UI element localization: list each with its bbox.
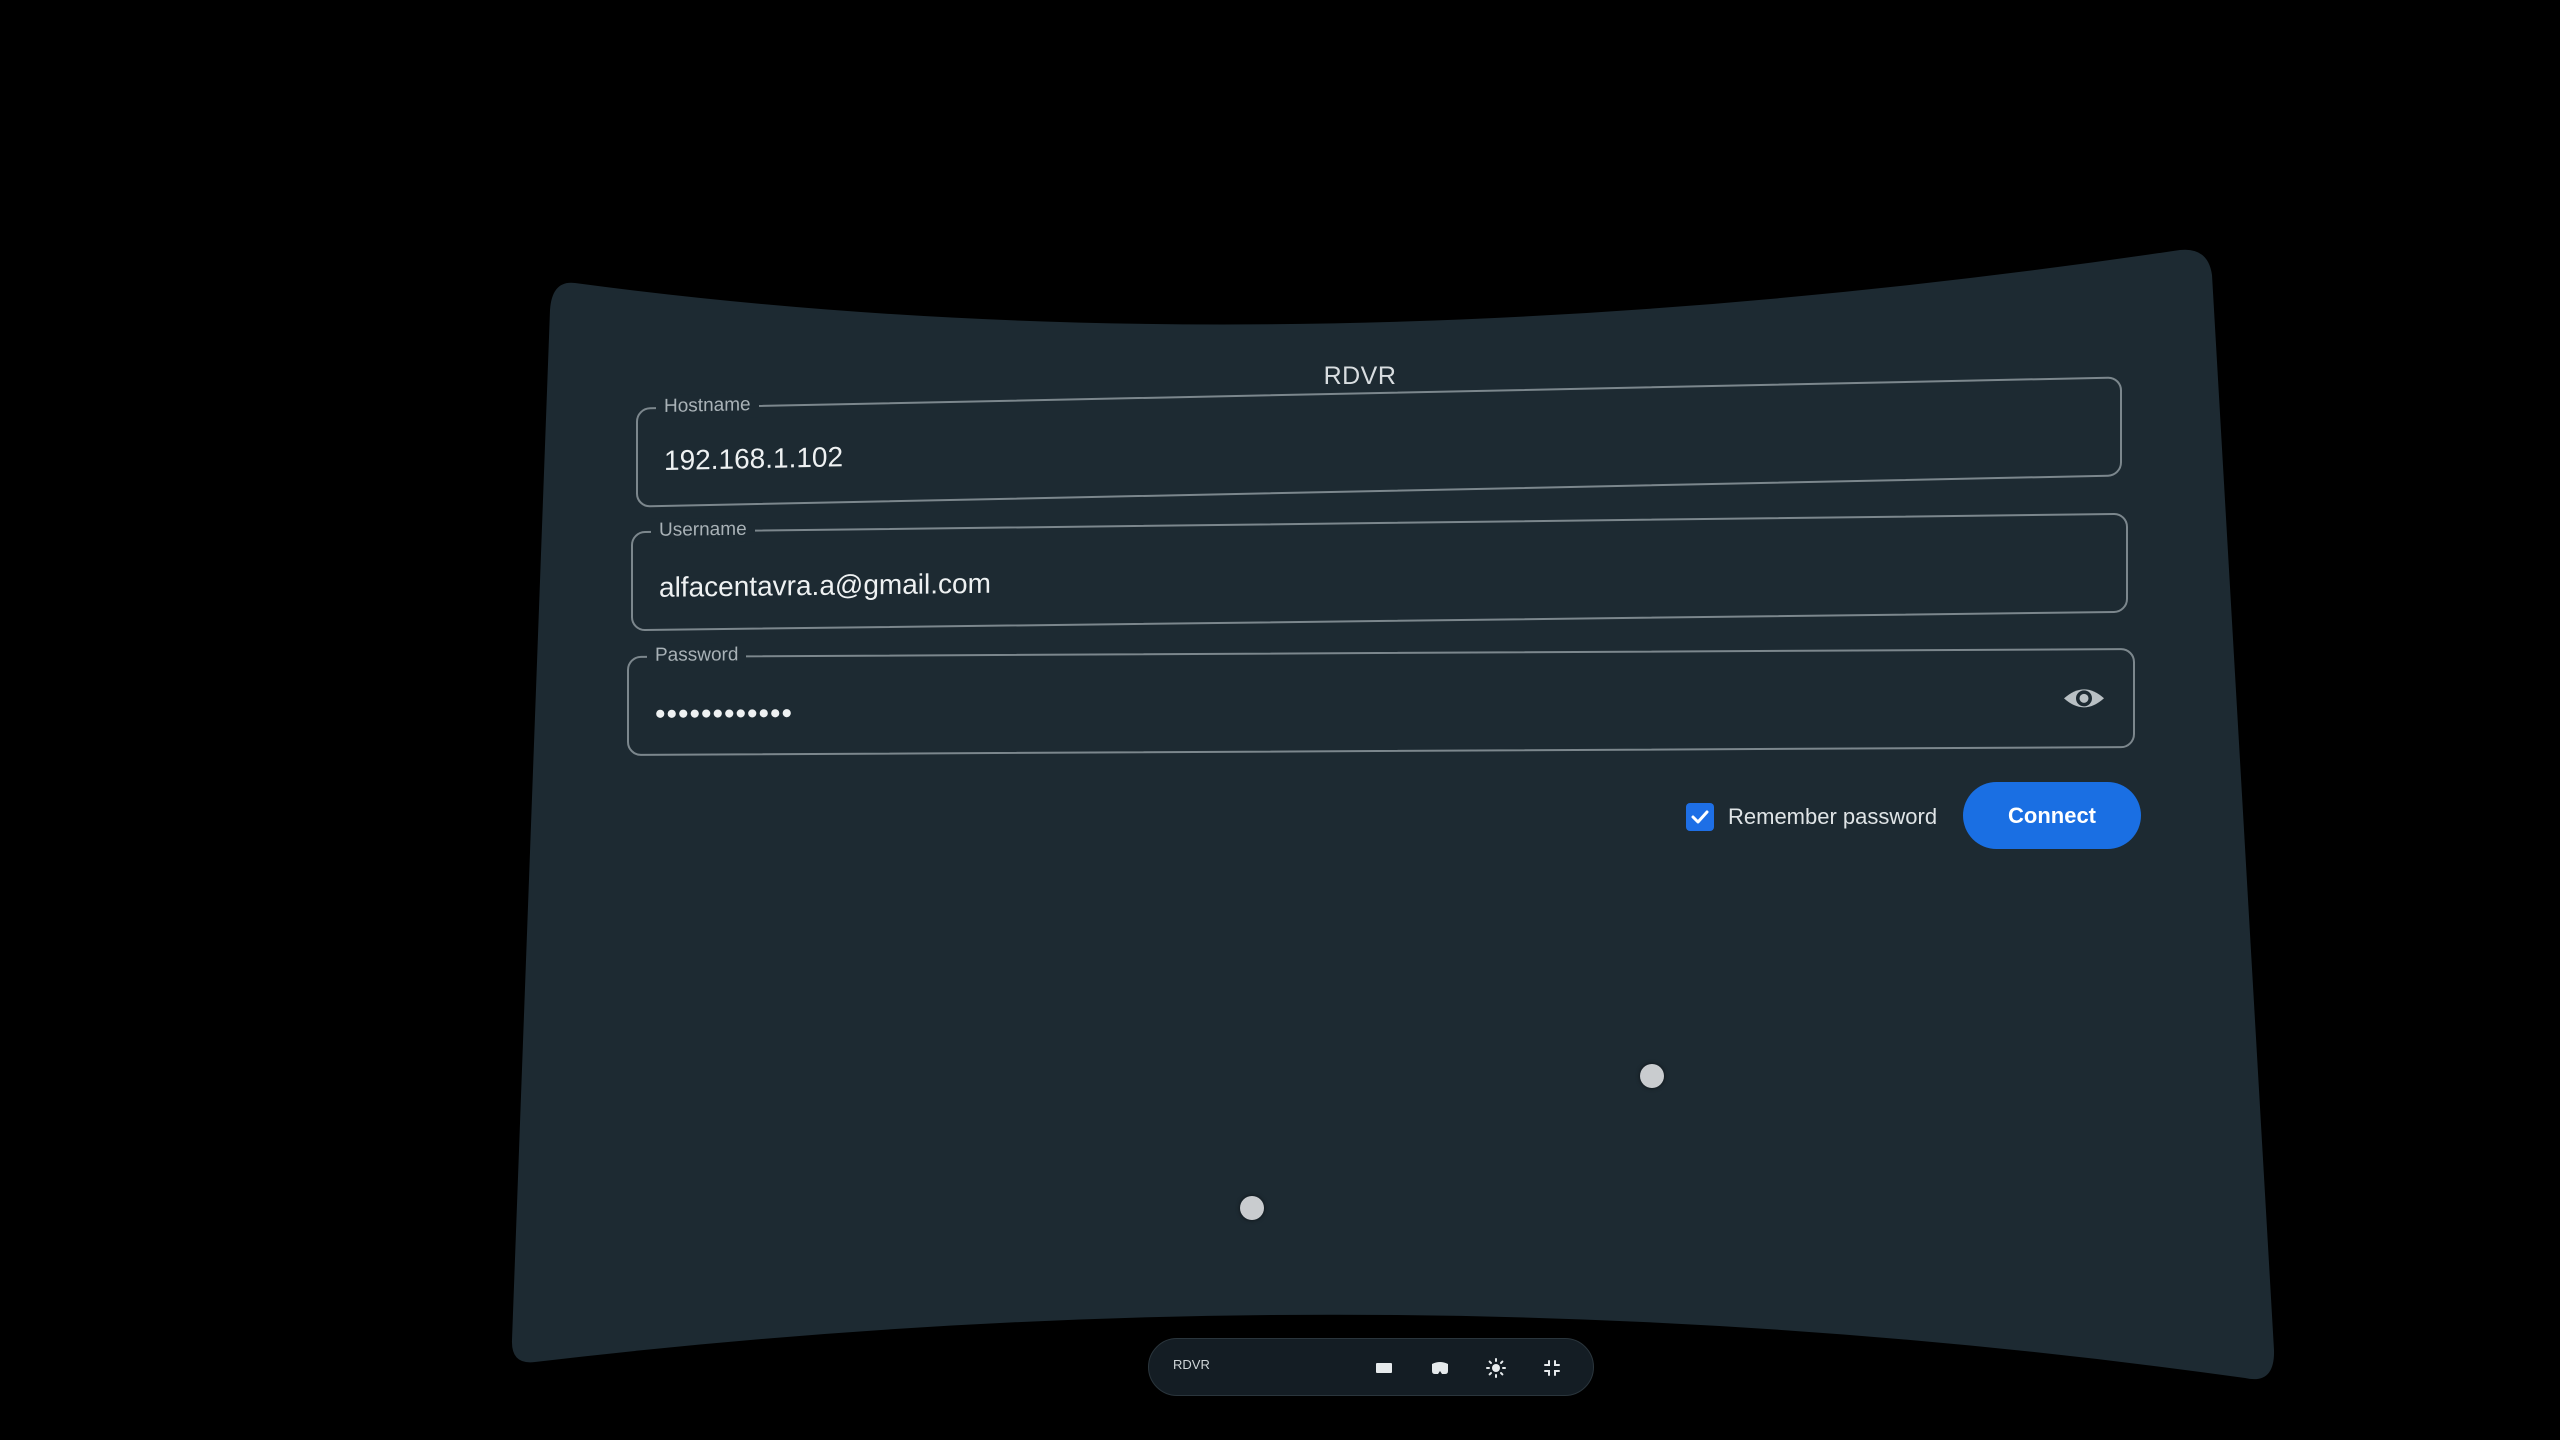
remember-password-label: Remember password: [1728, 804, 1938, 829]
username-value[interactable]: alfacentavra.a@gmail.com: [659, 567, 991, 605]
window-title: RDVR: [1323, 362, 1397, 390]
headset-icon[interactable]: [1425, 1353, 1455, 1383]
taskbar: RDVR: [1148, 1338, 1594, 1396]
hostname-value[interactable]: 192.168.1.102: [664, 440, 843, 478]
pointer-cursor-dot: [1240, 1196, 1264, 1220]
username-label: Username: [651, 517, 755, 543]
vr-scene: RDVR Hostname 192.168.1.102 Username alf…: [0, 0, 2560, 1440]
screen-icon[interactable]: [1369, 1353, 1399, 1383]
connect-button[interactable]: Connect: [1963, 782, 2141, 849]
password-label: Password: [647, 643, 747, 668]
pointer-cursor-dot: [1640, 1064, 1664, 1088]
password-value[interactable]: ••••••••••••: [655, 697, 793, 732]
fullscreen-icon[interactable]: [1537, 1353, 1567, 1383]
remember-password-checkbox[interactable]: Remember password: [1686, 803, 1937, 831]
hostname-field[interactable]: Hostname 192.168.1.102: [636, 376, 2122, 508]
taskbar-title: RDVR: [1173, 1357, 1210, 1372]
brightness-icon[interactable]: [1481, 1353, 1511, 1383]
hostname-label: Hostname: [656, 392, 759, 420]
username-field[interactable]: Username alfacentavra.a@gmail.com: [631, 512, 2128, 632]
checkmark-icon[interactable]: [1686, 803, 1714, 831]
password-field[interactable]: Password ••••••••••••: [627, 643, 2135, 756]
eye-icon[interactable]: [2061, 678, 2107, 718]
